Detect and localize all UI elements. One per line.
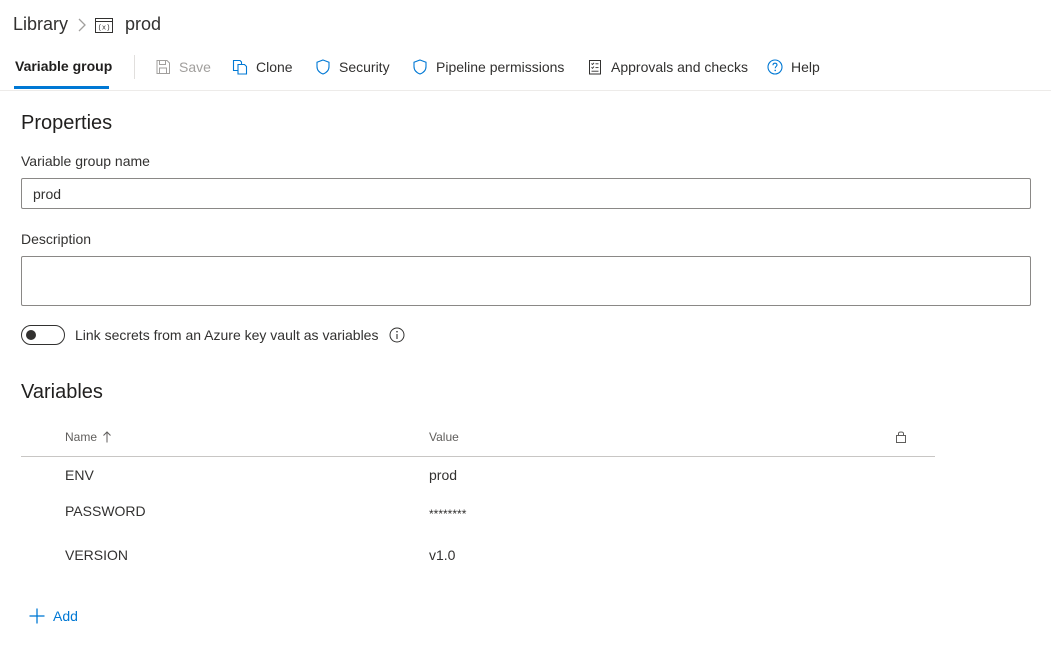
variables-heading: Variables bbox=[21, 381, 103, 403]
variable-value: prod bbox=[429, 467, 458, 483]
description-label: Description bbox=[21, 231, 92, 247]
active-tab-indicator bbox=[14, 86, 109, 89]
table-row[interactable]: ENV prod bbox=[21, 457, 935, 497]
info-icon[interactable] bbox=[389, 327, 405, 343]
svg-text:(x): (x) bbox=[98, 25, 111, 33]
plus-icon bbox=[29, 608, 45, 624]
help-button[interactable]: Help bbox=[767, 57, 820, 77]
variable-name: PASSWORD bbox=[65, 503, 146, 519]
add-variable-button[interactable]: Add bbox=[28, 607, 78, 625]
shield-icon bbox=[316, 59, 330, 75]
clone-icon bbox=[232, 59, 248, 75]
keyvault-toggle[interactable] bbox=[21, 325, 65, 345]
header-divider bbox=[0, 90, 1051, 91]
column-header-value[interactable]: Value bbox=[429, 430, 459, 444]
keyvault-toggle-label: Link secrets from an Azure key vault as … bbox=[75, 327, 379, 343]
chevron-right-icon bbox=[78, 18, 86, 32]
toggle-knob bbox=[26, 330, 36, 340]
variable-group-name-input[interactable] bbox=[21, 178, 1031, 209]
breadcrumb-current: prod bbox=[125, 14, 162, 34]
variable-name: ENV bbox=[65, 467, 94, 483]
column-header-name[interactable]: Name bbox=[65, 430, 112, 444]
save-label: Save bbox=[179, 59, 211, 75]
security-button[interactable]: Security bbox=[315, 57, 390, 77]
variable-group-icon: (x) bbox=[95, 18, 113, 33]
breadcrumb-library-link[interactable]: Library bbox=[13, 14, 68, 35]
lock-icon bbox=[896, 431, 906, 443]
variable-name: VERSION bbox=[65, 547, 129, 563]
help-label: Help bbox=[791, 59, 820, 75]
checklist-icon bbox=[589, 60, 601, 75]
add-label: Add bbox=[53, 608, 78, 624]
sort-ascending-icon bbox=[103, 431, 111, 443]
table-row[interactable]: VERSION v1.0 bbox=[21, 537, 935, 577]
tab-variable-group[interactable]: Variable group bbox=[15, 58, 112, 74]
clone-button[interactable]: Clone bbox=[232, 57, 293, 77]
variable-value-masked: ******** bbox=[429, 507, 467, 521]
save-button[interactable]: Save bbox=[155, 57, 211, 77]
help-icon bbox=[767, 59, 783, 75]
shield-icon bbox=[413, 59, 427, 75]
pipeline-permissions-label: Pipeline permissions bbox=[436, 59, 565, 75]
approvals-and-checks-label: Approvals and checks bbox=[611, 59, 748, 75]
column-header-name-label: Name bbox=[65, 430, 98, 444]
toolbar-divider bbox=[134, 55, 135, 79]
save-icon bbox=[156, 60, 170, 74]
clone-label: Clone bbox=[256, 59, 293, 75]
approvals-and-checks-button[interactable]: Approvals and checks bbox=[587, 57, 748, 77]
security-label: Security bbox=[339, 59, 390, 75]
variable-value: v1.0 bbox=[429, 547, 456, 563]
pipeline-permissions-button[interactable]: Pipeline permissions bbox=[412, 57, 564, 77]
variable-group-name-label: Variable group name bbox=[21, 153, 150, 169]
table-row[interactable]: PASSWORD ******** bbox=[21, 493, 935, 533]
properties-heading: Properties bbox=[21, 112, 113, 134]
description-textarea[interactable] bbox=[21, 256, 1031, 306]
